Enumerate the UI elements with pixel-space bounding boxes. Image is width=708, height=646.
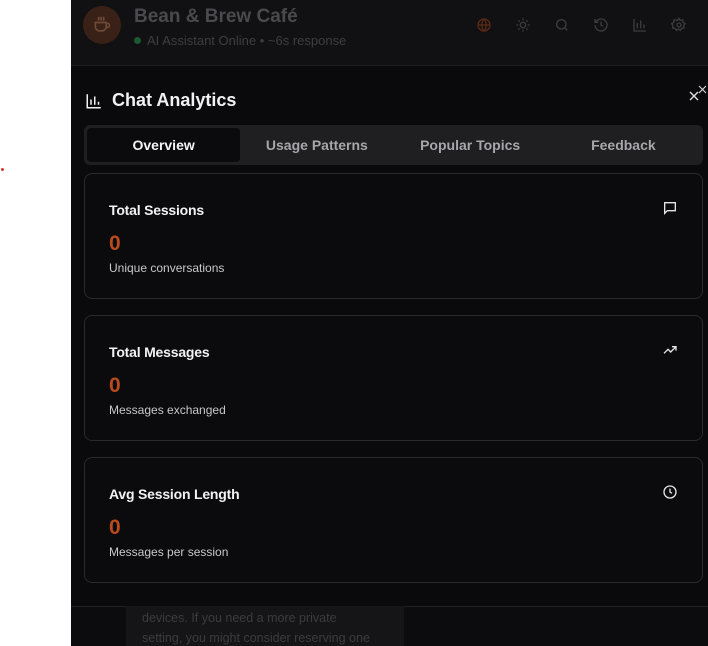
indicator-dot [1,168,4,171]
tab-feedback[interactable]: Feedback [547,128,700,162]
chat-line: devices. If you need a more private [142,611,337,625]
history-icon[interactable] [590,14,612,36]
avg-session-length-card: Avg Session Length 0 Messages per sessio… [84,457,703,583]
card-title: Avg Session Length [109,486,240,502]
message-square-icon [664,202,676,215]
card-title: Total Sessions [109,202,204,218]
assistant-status: AI Assistant Online • ~6s response [134,33,346,48]
app-window: Bean & Brew Café AI Assistant Online • ~… [71,0,708,646]
chat-line: setting, you might consider reserving on… [142,631,370,645]
card-subtitle: Messages per session [109,545,229,559]
card-title: Total Messages [109,344,210,360]
card-value: 0 [109,232,121,255]
globe-icon[interactable] [473,14,495,36]
tab-usage-patterns[interactable]: Usage Patterns [240,128,393,162]
close-button[interactable] [686,82,708,104]
status-text: AI Assistant Online • ~6s response [147,33,347,48]
header-toolbar [473,14,690,36]
cafe-logo-icon [83,6,121,44]
app-header: Bean & Brew Café AI Assistant Online • ~… [71,0,708,66]
card-value: 0 [109,374,121,397]
sun-icon[interactable] [512,14,534,36]
page: Bean & Brew Café AI Assistant Online • ~… [0,0,708,646]
analytics-dialog: Chat Analytics Overview Usage Patterns P… [71,66,708,606]
search-icon[interactable] [551,14,573,36]
gear-icon[interactable] [668,14,690,36]
bar-chart-icon[interactable] [629,14,651,36]
close-icon [689,85,707,101]
tab-popular-topics[interactable]: Popular Topics [394,128,547,162]
clock-icon [663,485,677,499]
dialog-title-text: Chat Analytics [112,90,237,110]
online-dot-icon [134,37,141,44]
card-value: 0 [109,516,121,539]
card-subtitle: Messages exchanged [109,403,226,417]
bar-chart-icon [86,93,101,108]
background-chat-bubble: devices. If you need a more private sett… [126,600,404,646]
tab-bar: Overview Usage Patterns Popular Topics F… [84,125,703,165]
trending-up-icon [663,346,677,354]
tab-overview[interactable]: Overview [87,128,241,162]
card-subtitle: Unique conversations [109,261,225,275]
total-sessions-card: Total Sessions 0 Unique conversations [84,173,703,299]
dialog-title: Chat Analytics [85,90,236,111]
total-messages-card: Total Messages 0 Messages exchanged [84,315,703,441]
cafe-name: Bean & Brew Café [134,6,298,27]
